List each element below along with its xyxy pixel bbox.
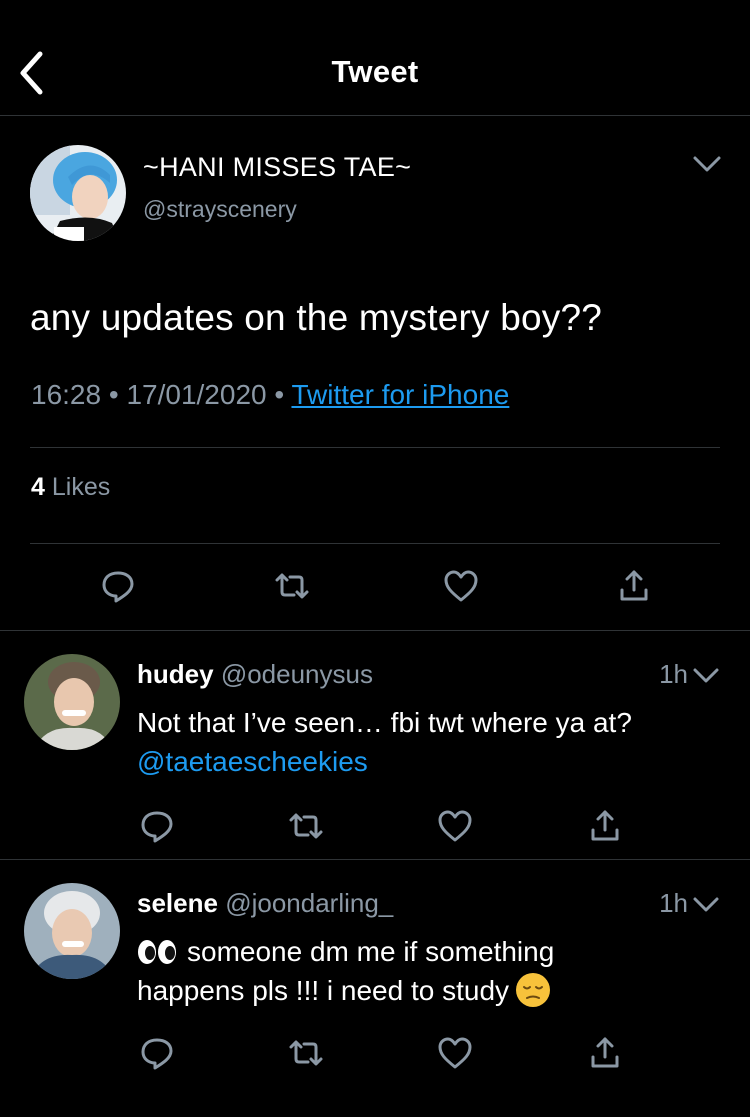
- chevron-down-icon[interactable]: [692, 152, 722, 176]
- reply-handle: @joondarling_: [225, 888, 394, 918]
- author-handle[interactable]: @strayscenery: [143, 196, 297, 223]
- page-title: Tweet: [331, 54, 419, 89]
- reply-tweet[interactable]: selene @joondarling_ 1h someone dm me if…: [0, 861, 750, 1117]
- share-icon[interactable]: [585, 806, 625, 846]
- reply-actions: [0, 1033, 750, 1073]
- reply-line: someone dm me if something: [137, 932, 727, 971]
- author-display-name[interactable]: ~HANI MISSES TAE~: [143, 152, 411, 183]
- reply-display-name: selene: [137, 888, 218, 918]
- heart-icon[interactable]: [441, 566, 481, 606]
- likes-label: Likes: [51, 473, 111, 501]
- reply-display-name: hudey: [137, 659, 214, 689]
- eyes-emoji-icon: [137, 936, 177, 964]
- top-bar: Tweet: [0, 0, 750, 116]
- reply-avatar[interactable]: [24, 654, 120, 750]
- chevron-down-icon[interactable]: [692, 894, 720, 916]
- tweet-actions: [0, 566, 750, 606]
- share-icon[interactable]: [614, 566, 654, 606]
- reply-body-line-1: someone dm me if something: [187, 936, 555, 967]
- pensive-face-emoji-icon: [515, 972, 551, 1008]
- tweet-meta: 16:28 • 17/01/2020 • Twitter for iPhone: [31, 379, 509, 411]
- reply-author[interactable]: hudey @odeunysus: [137, 659, 373, 690]
- reply-icon[interactable]: [98, 566, 138, 606]
- retweet-icon[interactable]: [286, 1033, 326, 1073]
- reply-mention-link[interactable]: @taetaescheekies: [137, 742, 727, 781]
- likes-count: 4: [31, 473, 45, 501]
- tweet-date: 17/01/2020: [126, 379, 267, 410]
- retweet-icon[interactable]: [286, 806, 326, 846]
- reply-line: happens pls !!! i need to study: [137, 971, 727, 1010]
- tweet-text: any updates on the mystery boy??: [30, 297, 603, 338]
- heart-icon[interactable]: [435, 806, 475, 846]
- reply-icon[interactable]: [137, 806, 177, 846]
- retweet-icon[interactable]: [272, 566, 312, 606]
- reply-body-line-2: happens pls !!! i need to study: [137, 975, 510, 1006]
- reply-actions: [0, 806, 750, 846]
- main-tweet: ~HANI MISSES TAE~ @strayscenery any upda…: [0, 117, 750, 631]
- reply-tweet[interactable]: hudey @odeunysus 1h Not that I’ve seen… …: [0, 632, 750, 860]
- heart-icon[interactable]: [435, 1033, 475, 1073]
- author-avatar[interactable]: [30, 145, 126, 241]
- reply-text: Not that I’ve seen… fbi twt where ya at?…: [137, 703, 727, 781]
- divider: [30, 543, 720, 544]
- share-icon[interactable]: [585, 1033, 625, 1073]
- reply-icon[interactable]: [137, 1033, 177, 1073]
- reply-author[interactable]: selene @joondarling_: [137, 888, 393, 919]
- reply-handle: @odeunysus: [220, 659, 373, 689]
- reply-text: someone dm me if something happens pls !…: [137, 932, 727, 1010]
- reply-time: 1h: [659, 888, 688, 918]
- likes-summary[interactable]: 4 Likes: [31, 473, 110, 502]
- meta-separator: •: [108, 379, 119, 410]
- meta-separator: •: [274, 379, 285, 410]
- reply-avatar[interactable]: [24, 883, 120, 979]
- reply-time: 1h: [659, 659, 688, 689]
- tweet-time: 16:28: [31, 379, 102, 410]
- tweet-source-link[interactable]: Twitter for iPhone: [291, 379, 509, 410]
- chevron-down-icon[interactable]: [692, 665, 720, 687]
- reply-body: Not that I’ve seen… fbi twt where ya at?: [137, 707, 632, 738]
- divider: [30, 447, 720, 448]
